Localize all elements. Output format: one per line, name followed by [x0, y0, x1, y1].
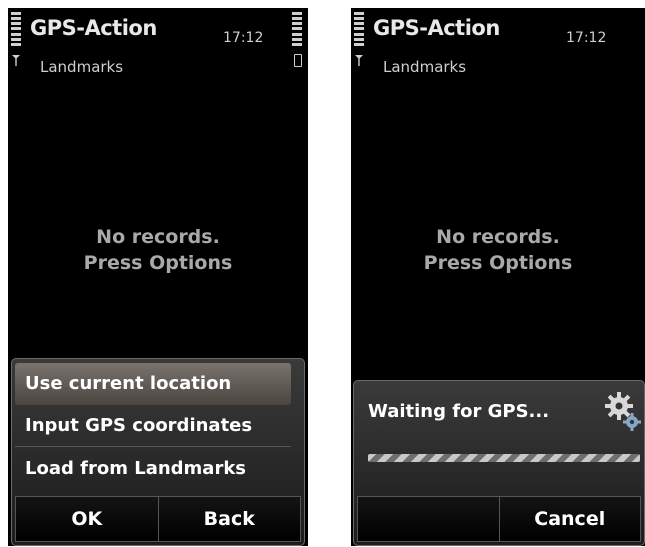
softkey-bar: Cancel: [357, 496, 641, 542]
clock: 17:12: [566, 30, 607, 46]
empty-state-message: No records. Press Options: [8, 224, 308, 276]
empty-line-2: Press Options: [423, 252, 573, 274]
empty-line-1: No records.: [96, 226, 220, 248]
options-menu: Use current location Input GPS coordinat…: [11, 358, 305, 546]
menu-item-use-current-location[interactable]: Use current location: [15, 363, 291, 405]
signal-strength-icon: [354, 12, 364, 46]
menu-item-input-gps-coordinates[interactable]: Input GPS coordinates: [15, 405, 291, 447]
phone-screen-waiting: GPS-Action 17:12 Landmarks No records. P…: [351, 8, 645, 546]
app-title: GPS-Action: [30, 16, 157, 40]
antenna-icon: [355, 55, 363, 66]
cancel-button[interactable]: Cancel: [499, 496, 641, 542]
battery-level-icon: [292, 12, 302, 46]
waiting-dialog: Waiting for GPS... Cancel: [353, 380, 645, 546]
empty-line-1: No records.: [436, 226, 560, 248]
app-title: GPS-Action: [373, 16, 500, 40]
view-title: Landmarks: [40, 58, 124, 76]
gears-icon: [605, 392, 641, 431]
antenna-icon: [12, 55, 20, 66]
battery-icon: [294, 54, 302, 67]
view-title: Landmarks: [383, 58, 467, 76]
empty-line-2: Press Options: [83, 252, 233, 274]
back-button[interactable]: Back: [158, 496, 301, 542]
signal-strength-icon: [11, 12, 21, 46]
progress-bar: [368, 454, 640, 462]
empty-state-message: No records. Press Options: [351, 224, 645, 276]
clock: 17:12: [223, 30, 264, 46]
left-softkey[interactable]: [357, 496, 500, 542]
waiting-message: Waiting for GPS...: [368, 401, 550, 422]
menu-item-load-from-landmarks[interactable]: Load from Landmarks: [15, 448, 291, 490]
softkey-bar: OK Back: [15, 496, 301, 542]
ok-button[interactable]: OK: [15, 496, 159, 542]
phone-screen-menu: GPS-Action 17:12 Landmarks No records. P…: [8, 8, 308, 546]
